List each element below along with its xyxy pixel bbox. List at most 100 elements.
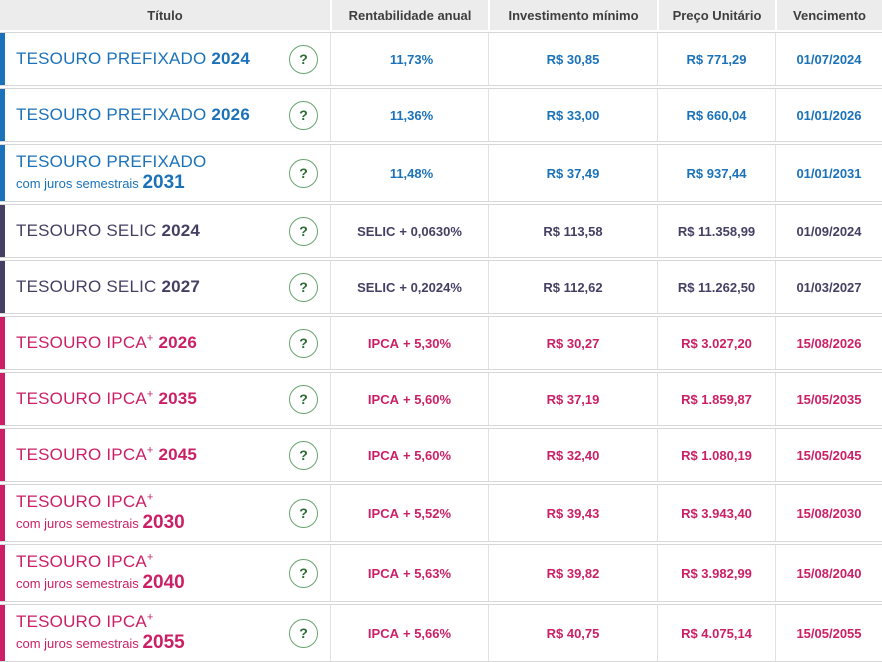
column-header-vencimento: Vencimento bbox=[775, 0, 882, 30]
maturity-cell: 15/08/2026 bbox=[775, 317, 882, 369]
help-icon[interactable]: ? bbox=[289, 216, 318, 246]
min-investment-cell: R$ 33,00 bbox=[488, 89, 657, 141]
bond-title-cell: TESOURO IPCA+ 2026 ? bbox=[0, 317, 330, 369]
table-row-10[interactable]: TESOURO IPCA+ com juros semestrais 2055 … bbox=[0, 604, 882, 662]
bond-year: 2024 bbox=[211, 48, 250, 68]
unit-price-cell: R$ 3.943,40 bbox=[657, 485, 775, 541]
min-investment-cell: R$ 32,40 bbox=[488, 429, 657, 481]
table-row-1[interactable]: TESOURO PREFIXADO 2026 ? 11,36% R$ 33,00… bbox=[0, 88, 882, 142]
annual-yield-cell: 11,73% bbox=[330, 33, 488, 85]
min-investment-cell: R$ 112,62 bbox=[488, 261, 657, 313]
bond-title: TESOURO IPCA+ 2026 bbox=[16, 332, 198, 352]
min-investment-cell: R$ 30,85 bbox=[488, 33, 657, 85]
table-row-4[interactable]: TESOURO SELIC 2027 ? SELIC + 0,2024% R$ 1… bbox=[0, 260, 882, 314]
group-color-bar bbox=[0, 145, 5, 201]
unit-price-cell: R$ 937,44 bbox=[657, 145, 775, 201]
table-header: Título Rentabilidade anual Investimento … bbox=[0, 0, 882, 30]
bond-title: TESOURO SELIC 2024 bbox=[16, 220, 201, 240]
maturity-cell: 01/09/2024 bbox=[775, 205, 882, 257]
unit-price-cell: R$ 1.859,87 bbox=[657, 373, 775, 425]
help-icon[interactable]: ? bbox=[289, 100, 318, 130]
group-color-bar bbox=[0, 605, 5, 661]
bond-title: TESOURO IPCA+ com juros semestrais 2030 bbox=[16, 491, 185, 533]
bond-title: TESOURO PREFIXADO 2026 bbox=[16, 104, 250, 124]
table-row-7[interactable]: TESOURO IPCA+ 2045 ? IPCA + 5,60% R$ 32,4… bbox=[0, 428, 882, 482]
bond-year: 2030 bbox=[142, 511, 185, 533]
bond-year: 2026 bbox=[158, 332, 198, 352]
bond-subtitle: com juros semestrais bbox=[16, 575, 139, 591]
min-investment-cell: R$ 37,49 bbox=[488, 145, 657, 201]
maturity-cell: 01/01/2026 bbox=[775, 89, 882, 141]
maturity-cell: 15/08/2040 bbox=[775, 545, 882, 601]
bond-title-cell: TESOURO PREFIXADO 2026 ? bbox=[0, 89, 330, 141]
bond-title: TESOURO PREFIXADO 2024 bbox=[16, 48, 250, 68]
ipca-plus-superscript: + bbox=[146, 388, 154, 401]
bond-year: 2055 bbox=[142, 631, 185, 653]
maturity-cell: 01/07/2024 bbox=[775, 33, 882, 85]
help-icon[interactable]: ? bbox=[289, 384, 318, 414]
bond-year: 2026 bbox=[211, 104, 250, 124]
unit-price-cell: R$ 11.262,50 bbox=[657, 261, 775, 313]
table-row-3[interactable]: TESOURO SELIC 2024 ? SELIC + 0,0630% R$ 1… bbox=[0, 204, 882, 258]
group-color-bar bbox=[0, 33, 5, 85]
bond-title-cell: TESOURO SELIC 2027 ? bbox=[0, 261, 330, 313]
table-body: TESOURO PREFIXADO 2024 ? 11,73% R$ 30,85… bbox=[0, 32, 882, 662]
min-investment-cell: R$ 40,75 bbox=[488, 605, 657, 661]
annual-yield-cell: 11,36% bbox=[330, 89, 488, 141]
min-investment-cell: R$ 37,19 bbox=[488, 373, 657, 425]
help-icon[interactable]: ? bbox=[289, 158, 318, 188]
group-color-bar bbox=[0, 429, 5, 481]
group-color-bar bbox=[0, 317, 5, 369]
min-investment-cell: R$ 30,27 bbox=[488, 317, 657, 369]
annual-yield-cell: SELIC + 0,0630% bbox=[330, 205, 488, 257]
bond-subtitle: com juros semestrais bbox=[16, 515, 139, 531]
table-row-6[interactable]: TESOURO IPCA+ 2035 ? IPCA + 5,60% R$ 37,1… bbox=[0, 372, 882, 426]
unit-price-cell: R$ 771,29 bbox=[657, 33, 775, 85]
min-investment-cell: R$ 39,43 bbox=[488, 485, 657, 541]
annual-yield-cell: IPCA + 5,30% bbox=[330, 317, 488, 369]
help-icon[interactable]: ? bbox=[289, 498, 318, 528]
maturity-cell: 01/01/2031 bbox=[775, 145, 882, 201]
help-icon[interactable]: ? bbox=[289, 44, 318, 74]
bond-title: TESOURO IPCA+ com juros semestrais 2040 bbox=[16, 551, 185, 593]
bond-title: TESOURO IPCA+ 2035 bbox=[16, 388, 198, 408]
bond-title: TESOURO PREFIXADO com juros semestrais 2… bbox=[16, 151, 207, 193]
help-icon[interactable]: ? bbox=[289, 272, 318, 302]
bond-title-cell: TESOURO IPCA+ com juros semestrais 2030 … bbox=[0, 485, 330, 541]
help-icon[interactable]: ? bbox=[289, 328, 318, 358]
table-row-0[interactable]: TESOURO PREFIXADO 2024 ? 11,73% R$ 30,85… bbox=[0, 32, 882, 86]
bond-title: TESOURO IPCA+ 2045 bbox=[16, 444, 198, 464]
bond-title-cell: TESOURO PREFIXADO com juros semestrais 2… bbox=[0, 145, 330, 201]
column-header-investimento-minimo: Investimento mínimo bbox=[488, 0, 657, 30]
column-header-preco-unitario: Preço Unitário bbox=[657, 0, 775, 30]
bond-year: 2035 bbox=[158, 388, 198, 408]
bond-year: 2045 bbox=[158, 444, 198, 464]
bond-title-cell: TESOURO IPCA+ com juros semestrais 2055 … bbox=[0, 605, 330, 661]
bond-table: Título Rentabilidade anual Investimento … bbox=[0, 0, 882, 662]
group-color-bar bbox=[0, 205, 5, 257]
bond-title-cell: TESOURO IPCA+ com juros semestrais 2040 … bbox=[0, 545, 330, 601]
bond-subtitle: com juros semestrais bbox=[16, 175, 139, 191]
unit-price-cell: R$ 1.080,19 bbox=[657, 429, 775, 481]
unit-price-cell: R$ 660,04 bbox=[657, 89, 775, 141]
help-icon[interactable]: ? bbox=[289, 618, 318, 648]
help-icon[interactable]: ? bbox=[289, 440, 318, 470]
unit-price-cell: R$ 3.027,20 bbox=[657, 317, 775, 369]
table-row-5[interactable]: TESOURO IPCA+ 2026 ? IPCA + 5,30% R$ 30,2… bbox=[0, 316, 882, 370]
maturity-cell: 15/08/2030 bbox=[775, 485, 882, 541]
table-row-8[interactable]: TESOURO IPCA+ com juros semestrais 2030 … bbox=[0, 484, 882, 542]
help-icon[interactable]: ? bbox=[289, 558, 318, 588]
table-row-9[interactable]: TESOURO IPCA+ com juros semestrais 2040 … bbox=[0, 544, 882, 602]
group-color-bar bbox=[0, 261, 5, 313]
maturity-cell: 01/03/2027 bbox=[775, 261, 882, 313]
table-row-2[interactable]: TESOURO PREFIXADO com juros semestrais 2… bbox=[0, 144, 882, 202]
bond-year: 2024 bbox=[161, 220, 201, 240]
annual-yield-cell: SELIC + 0,2024% bbox=[330, 261, 488, 313]
maturity-cell: 15/05/2045 bbox=[775, 429, 882, 481]
group-color-bar bbox=[0, 89, 5, 141]
bond-title-cell: TESOURO SELIC 2024 ? bbox=[0, 205, 330, 257]
maturity-cell: 15/05/2035 bbox=[775, 373, 882, 425]
column-header-rentabilidade: Rentabilidade anual bbox=[330, 0, 488, 30]
bond-title-cell: TESOURO IPCA+ 2035 ? bbox=[0, 373, 330, 425]
bond-year: 2040 bbox=[142, 571, 185, 593]
